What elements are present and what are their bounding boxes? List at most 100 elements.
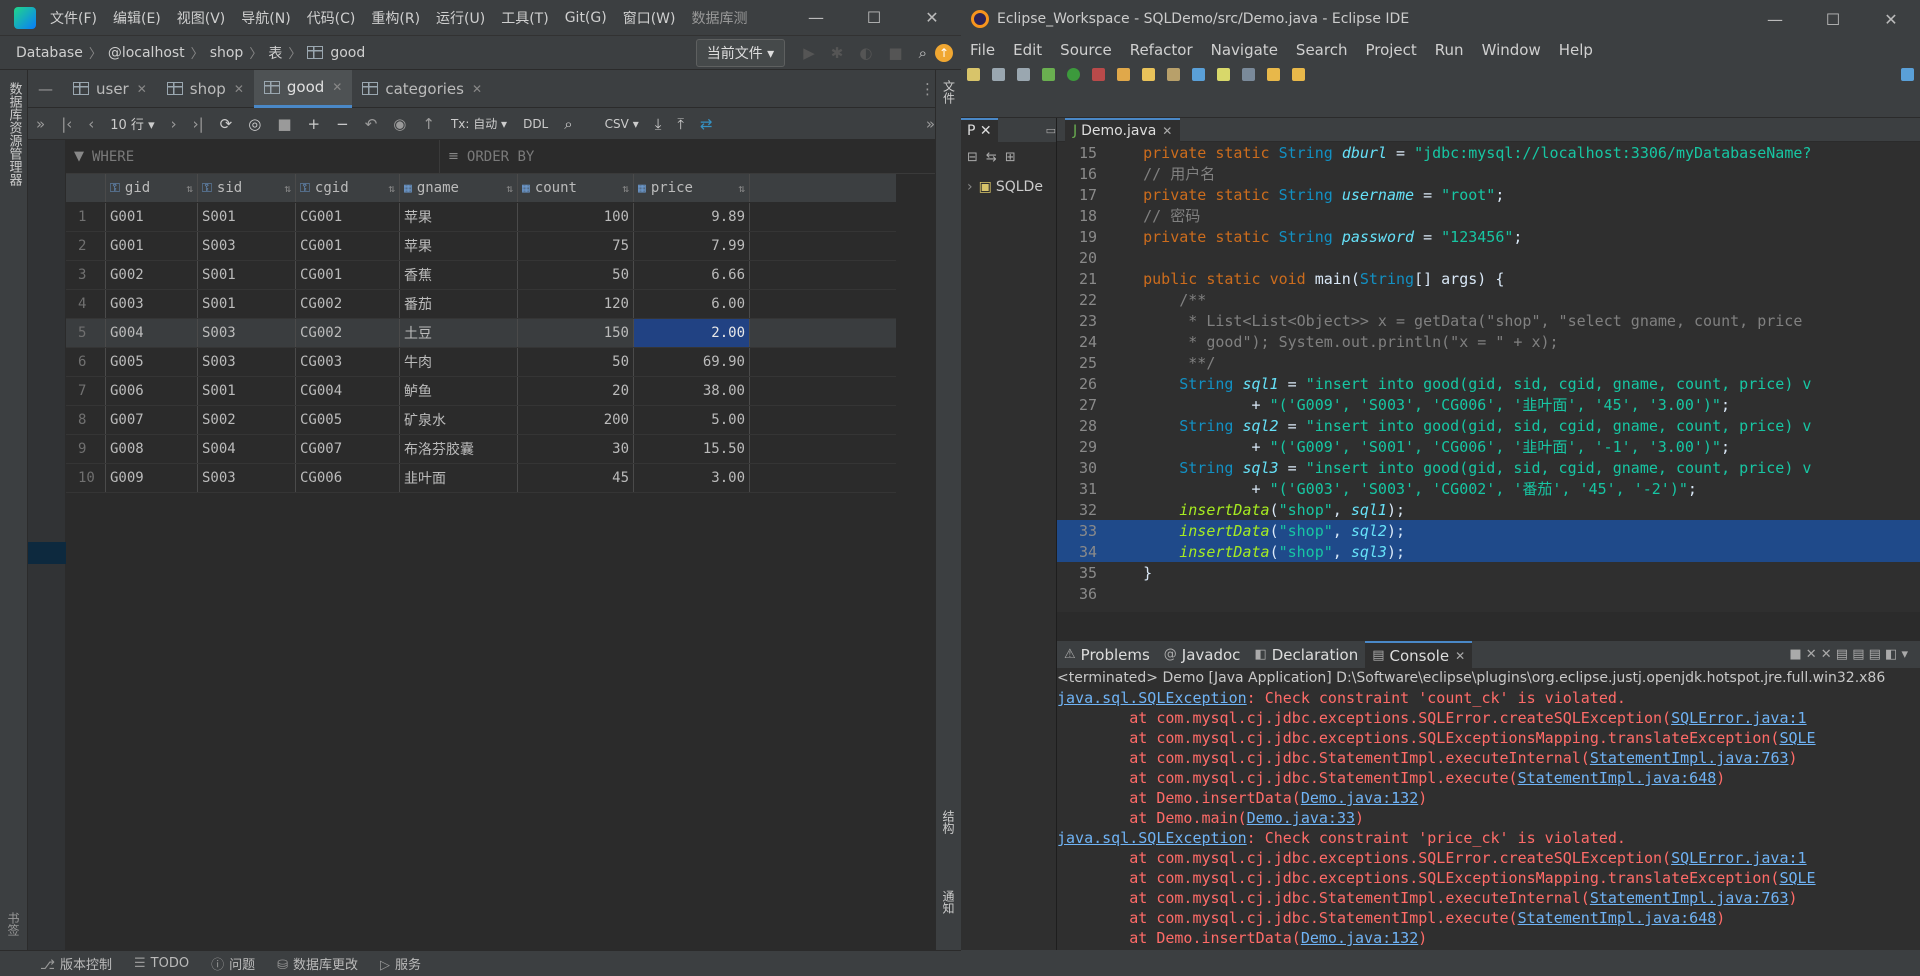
table-row[interactable]: 1 G001 S001 CG001 苹果 100 9.89 (66, 203, 896, 232)
table-cell[interactable]: CG001 (296, 261, 400, 289)
table-cell[interactable]: 100 (518, 203, 634, 231)
table-cell[interactable]: G002 (106, 261, 198, 289)
table-cell[interactable]: 200 (518, 406, 634, 434)
table-cell[interactable]: 3.00 (634, 464, 750, 492)
package-explorer-tab[interactable]: P ✕ (961, 118, 998, 142)
table-cell[interactable]: 50 (518, 261, 634, 289)
save-icon[interactable] (992, 68, 1005, 81)
structure-toggle[interactable]: 结构 (940, 810, 957, 834)
table-cell[interactable]: CG003 (296, 348, 400, 376)
console-view[interactable]: <terminated> Demo [Java Application] D:\… (1057, 668, 1920, 950)
menu-item-7[interactable]: 工具(T) (501, 8, 548, 28)
table-cell[interactable]: S003 (198, 319, 296, 347)
status-item-2[interactable]: ⓘ 问题 (211, 954, 255, 973)
crumb-schema[interactable]: shop (210, 45, 244, 61)
table-cell[interactable]: 香蕉 (400, 261, 518, 289)
table-cell[interactable]: S003 (198, 232, 296, 260)
sort-toggle-icon[interactable]: ⇅ (284, 182, 291, 195)
notifications-toggle[interactable]: 通知 (940, 890, 957, 914)
column-header-sid[interactable]: ⚿ sid ⇅ (198, 174, 296, 202)
source-link[interactable]: StatementImpl.java:648 (1518, 769, 1717, 787)
crumb-database[interactable]: Database (16, 45, 83, 61)
tx-mode-select[interactable]: Tx: 自动 ▾ (451, 115, 507, 132)
column-header-price[interactable]: ▦ price ⇅ (634, 174, 750, 202)
stop-icon[interactable]: ■ (888, 44, 902, 62)
close-tab-icon[interactable]: ✕ (1162, 124, 1172, 138)
order-by-filter[interactable]: ≡ ORDER BY (440, 149, 534, 165)
perspective-icon[interactable] (1901, 68, 1914, 81)
expand-icon[interactable]: » (36, 115, 45, 133)
source-link[interactable]: SQLError.java:1 (1671, 849, 1806, 867)
sort-toggle-icon[interactable]: ⇅ (738, 182, 745, 195)
menu-item-6[interactable]: 运行(U) (436, 8, 485, 28)
tab-user[interactable]: user ✕ (63, 70, 157, 108)
run-app-icon[interactable] (1067, 68, 1080, 81)
table-cell[interactable]: CG004 (296, 377, 400, 405)
source-link[interactable]: SQLE (1779, 729, 1815, 747)
table-cell[interactable]: 5.00 (634, 406, 750, 434)
source-link[interactable]: StatementImpl.java:763 (1590, 749, 1789, 767)
close-console-icon[interactable]: ✕ (1455, 649, 1465, 663)
collapse-panel-icon[interactable]: — (38, 80, 53, 98)
menu-item-5[interactable]: 重构(R) (371, 8, 420, 28)
table-cell[interactable]: 120 (518, 290, 634, 318)
eclipse-menu-navigate[interactable]: Navigate (1211, 41, 1278, 59)
table-row[interactable]: 3 G002 S001 CG001 香蕉 50 6.66 (66, 261, 896, 290)
coverage-icon[interactable]: ◐ (859, 44, 872, 62)
link-editor-icon[interactable]: ⇆ (986, 150, 997, 165)
new-icon[interactable] (967, 68, 980, 81)
table-cell[interactable]: 番茄 (400, 290, 518, 318)
table-cell[interactable]: 6.66 (634, 261, 750, 289)
table-cell[interactable]: G008 (106, 435, 198, 463)
table-cell[interactable]: 苹果 (400, 232, 518, 260)
close-tab-icon[interactable]: ✕ (332, 80, 342, 94)
ddl-button[interactable]: DDL (523, 117, 548, 131)
search-data-icon[interactable]: ⌕ (564, 115, 572, 133)
more-tabs-icon[interactable]: ⋮ (920, 80, 935, 98)
menu-item-0[interactable]: 文件(F) (50, 8, 97, 28)
sort-toggle-icon[interactable]: ⇅ (186, 182, 193, 195)
close-button[interactable]: ✕ (903, 0, 961, 36)
eclipse-menu-search[interactable]: Search (1296, 41, 1348, 59)
table-row[interactable]: 10 G009 S003 CG006 韭叶面 45 3.00 (66, 464, 896, 493)
close-tab-icon[interactable]: ✕ (234, 82, 244, 96)
bookmarks-toggle[interactable]: 书签 (5, 912, 22, 936)
table-cell[interactable]: 鲈鱼 (400, 377, 518, 405)
toolbar-more-icon[interactable]: » (926, 115, 935, 133)
where-filter[interactable]: ▼ WHERE (66, 139, 440, 174)
table-cell[interactable]: S004 (198, 435, 296, 463)
source-link[interactable]: StatementImpl.java:648 (1518, 909, 1717, 927)
source-link[interactable]: SQLE (1779, 869, 1815, 887)
table-cell[interactable]: S003 (198, 348, 296, 376)
close-tab-icon[interactable]: ✕ (472, 82, 482, 96)
table-cell[interactable]: 2.00 (634, 319, 750, 347)
table-cell[interactable]: CG002 (296, 319, 400, 347)
page-size-select[interactable]: 10 行 ▾ (110, 114, 154, 133)
table-cell[interactable]: 7.99 (634, 232, 750, 260)
tab-good[interactable]: good ✕ (253, 69, 353, 108)
query-icon[interactable]: ◎ (248, 115, 261, 133)
table-cell[interactable]: G003 (106, 290, 198, 318)
column-header-count[interactable]: ▦ count ⇅ (518, 174, 634, 202)
table-row[interactable]: 5 G004 S003 CG002 土豆 150 2.00 (66, 319, 896, 348)
table-cell[interactable]: S003 (198, 464, 296, 492)
tab-console[interactable]: ▤ Console ✕ (1365, 640, 1473, 669)
eclipse-menu-refactor[interactable]: Refactor (1130, 41, 1193, 59)
table-cell[interactable]: 45 (518, 464, 634, 492)
table-cell[interactable]: 38.00 (634, 377, 750, 405)
last-page-icon[interactable]: ›| (193, 115, 204, 133)
annotation-icon[interactable] (1192, 68, 1205, 81)
compare-icon[interactable]: ⇄ (700, 115, 713, 133)
exception-link[interactable]: java.sql.SQLException (1057, 829, 1247, 847)
format-select[interactable]: CSV ▾ (605, 117, 639, 131)
table-row[interactable]: 9 G008 S004 CG007 布洛芬胶囊 30 15.50 (66, 435, 896, 464)
revert-icon[interactable]: ↶ (365, 115, 378, 133)
tab-declaration[interactable]: ◧ Declaration (1247, 641, 1365, 669)
source-link[interactable]: Demo.java:33 (1247, 809, 1355, 827)
table-cell[interactable]: 土豆 (400, 319, 518, 347)
eclipse-menu-window[interactable]: Window (1482, 41, 1541, 59)
eclipse-menu-run[interactable]: Run (1435, 41, 1464, 59)
menu-item-3[interactable]: 导航(N) (241, 8, 290, 28)
close-tab-icon[interactable]: ✕ (137, 82, 147, 96)
table-cell[interactable]: 6.00 (634, 290, 750, 318)
